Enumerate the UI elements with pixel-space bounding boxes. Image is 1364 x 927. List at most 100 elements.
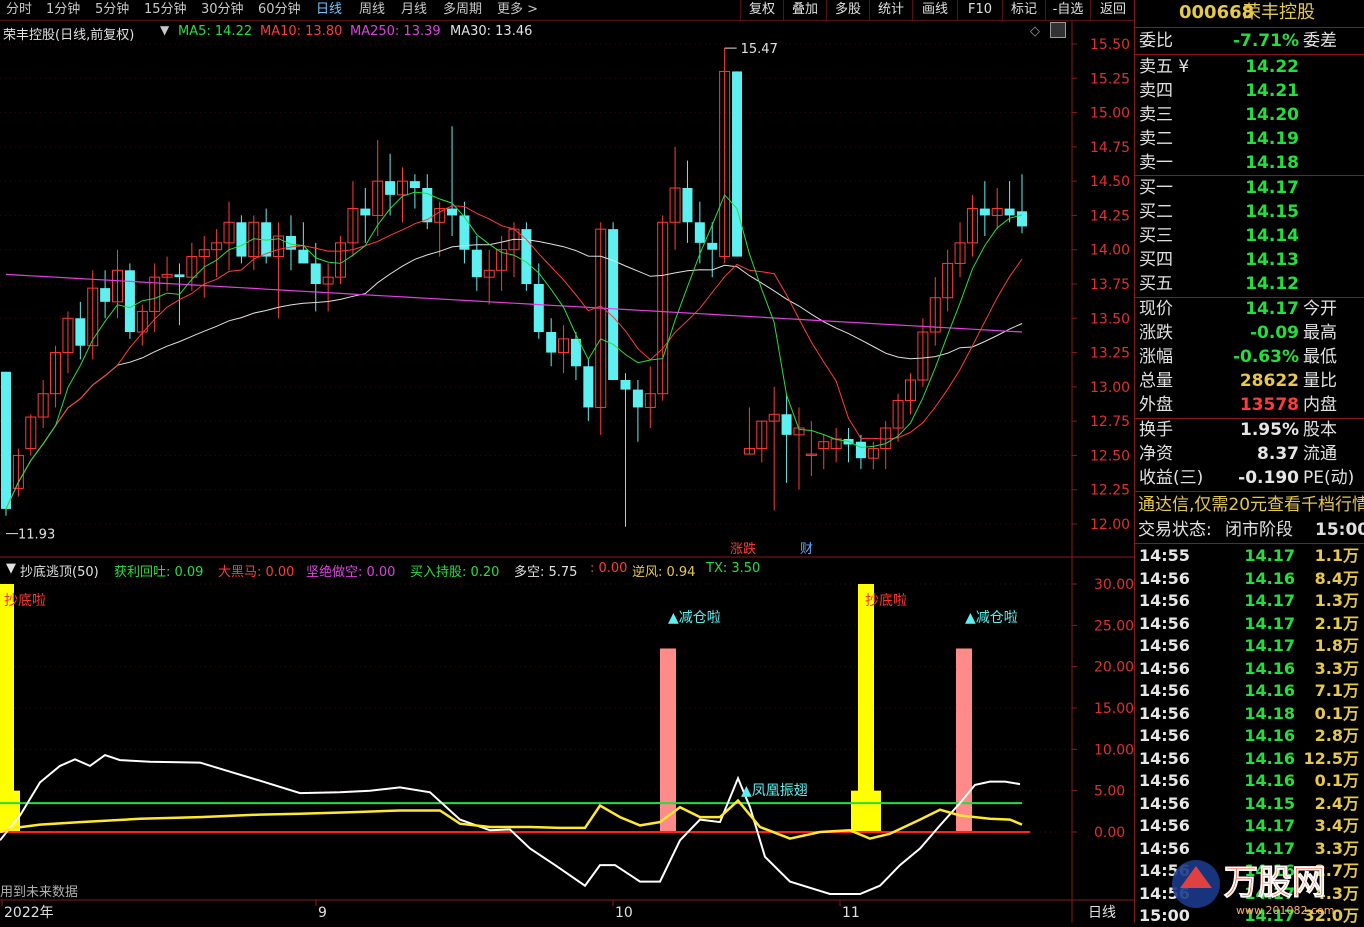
period-tab-monthly[interactable]: 月线 (401, 1, 427, 19)
candle-body (570, 338, 581, 367)
stat2-row: 换手 1.95% 股本 (1135, 419, 1364, 442)
ask-row: 卖五 ¥ 14.22 (1135, 56, 1364, 79)
ind-tick-label: 0.00 (1094, 825, 1125, 841)
x-tick-label: 9 (318, 905, 327, 921)
indicator-label-short: 坚绝做空: 0.00 (306, 565, 396, 580)
tick-volume: 8.4万 (1314, 568, 1359, 588)
indicator-expand-icon[interactable]: ▼ (6, 561, 16, 576)
period-tab-5min[interactable]: 5分钟 (95, 1, 129, 19)
stat2-row-label2: 股本 (1303, 420, 1337, 440)
bid-row-label: 买三 (1139, 226, 1173, 246)
ma250-line (5, 273, 1023, 333)
bottom-signal-base (851, 790, 881, 832)
period-tab-multi[interactable]: 多周期 (443, 1, 482, 19)
bid-row-label: 买一 (1139, 178, 1173, 198)
ask-row-label: 卖一 (1139, 153, 1173, 173)
stat2-row-value: 1.95% (1240, 420, 1299, 440)
candle-body (100, 288, 111, 302)
adjust-button[interactable]: 复权 (740, 0, 783, 20)
quote-panel: 000668 荣丰控股 委比 -7.71% 委差 卖五 ¥ 14.22 卖四 14.2… (1134, 0, 1364, 925)
future-data-note: 用到未来数据 (0, 885, 79, 900)
candle-body (471, 249, 482, 278)
stats-button[interactable]: 统计 (869, 0, 912, 20)
ask-row: 卖一 14.18 (1135, 152, 1364, 175)
tick-price: 14.16 (1244, 658, 1295, 678)
stat-row: 总量 28622 量比 (1135, 370, 1364, 393)
tick-time: 14:56 (1139, 793, 1190, 813)
period-tab-timeshare[interactable]: 分时 (6, 1, 32, 19)
event-marker-finance: 财 (800, 542, 813, 557)
watchlist-button[interactable]: -自选 (1045, 0, 1090, 20)
period-tab-60min[interactable]: 60分钟 (258, 1, 301, 19)
candle-body (533, 284, 544, 332)
diamond-icon[interactable]: ◇ (1030, 24, 1040, 39)
f10-button[interactable]: F10 (957, 0, 1002, 20)
period-tab-1min[interactable]: 1分钟 (46, 1, 80, 19)
stat2-row: 收益(三) -0.190 PE(动) (1135, 467, 1364, 490)
ask-row: 卖四 14.21 (1135, 80, 1364, 103)
candle-body (707, 242, 718, 250)
candle-body (732, 71, 743, 257)
ask-row: 卖二 14.19 (1135, 128, 1364, 151)
bid-row-value: 14.13 (1245, 250, 1299, 270)
tick-volume: 3.4万 (1314, 816, 1359, 835)
ind-tick-label: 15.00 (1094, 701, 1134, 717)
stat-row: 涨跌 -0.09 最高 (1135, 322, 1364, 345)
period-tab-weekly[interactable]: 周线 (359, 1, 385, 19)
stat2-row-label2: 流通 (1303, 444, 1337, 464)
tick-row: 14:56 14.17 2.1万 (1135, 613, 1364, 635)
kline-chart[interactable]: 15.50 15.25 15.00 14.75 14.50 14.25 14.00 13.75… (0, 21, 1134, 923)
multi-stock-button[interactable]: 多股 (826, 0, 869, 20)
ad-banner[interactable]: 通达信,仅需20元查看千档行情 (1135, 494, 1364, 517)
bottom-signal-label: 抄底啦 (4, 592, 46, 609)
tick-volume: 2.8万 (1314, 726, 1359, 745)
stat-row: 现价 14.17 今开 (1135, 298, 1364, 321)
back-button[interactable]: 返回 (1090, 0, 1135, 20)
tick-row: 14:56 14.18 0.1万 (1135, 703, 1364, 725)
ind-tick-label: 5.00 (1094, 784, 1125, 800)
period-tab-more[interactable]: 更多 > (497, 1, 538, 19)
stat2-row-label: 换手 (1139, 420, 1173, 440)
tick-volume: 0.1万 (1314, 771, 1359, 790)
mark-button[interactable]: 标记 (1002, 0, 1045, 20)
period-tab-daily[interactable]: 日线 (316, 1, 342, 19)
stock-name: 荣丰控股 (1243, 2, 1315, 23)
stat-row-label: 外盘 (1139, 395, 1173, 415)
x-tick-label: 2022年 (4, 905, 54, 921)
ma250-label: MA250: 13.39 (350, 24, 441, 39)
candle-body (124, 270, 135, 332)
tick-time: 14:56 (1139, 748, 1190, 768)
period-tab-15min[interactable]: 15分钟 (144, 1, 187, 19)
ask-row-value: 14.18 (1245, 153, 1299, 173)
tick-row: 14:55 14.17 1.1万 (1135, 545, 1364, 567)
main-chart-title: 荣丰控股(日线,前复权) (3, 28, 135, 43)
draw-line-button[interactable]: 画线 (912, 0, 957, 20)
tick-time: 14:56 (1139, 681, 1190, 700)
tick-price: 14.15 (1244, 793, 1295, 813)
candle-body (682, 188, 693, 223)
tick-price: 14.16 (1244, 681, 1295, 700)
stat-row-label2: 今开 (1303, 299, 1337, 319)
price-tick-label: 13.00 (1090, 380, 1130, 396)
chevron-down-icon[interactable]: ▼ (160, 23, 169, 37)
candle-body (632, 389, 643, 408)
tick-row: 14:56 14.16 7.1万 (1135, 680, 1364, 702)
tick-time: 14:56 (1139, 771, 1190, 790)
stat-row-value: 13578 (1239, 395, 1299, 415)
tick-time: 14:55 (1139, 546, 1190, 565)
ind-tick-label: 30.00 (1094, 577, 1134, 593)
overlay-button[interactable]: 叠加 (783, 0, 826, 20)
window-toggle-icon[interactable] (1050, 22, 1066, 38)
tick-time: 14:56 (1139, 816, 1190, 835)
tick-volume: 2.1万 (1314, 613, 1359, 633)
stat-row: 涨幅 -0.63% 最低 (1135, 346, 1364, 369)
watermark-url: www.201082.com (1236, 904, 1334, 917)
tick-row: 14:56 14.16 12.5万 (1135, 748, 1364, 770)
webi-value: -7.71% (1232, 31, 1299, 51)
tick-time: 14:56 (1139, 613, 1190, 633)
indicator-label-hold: 买入持股: 0.20 (410, 565, 500, 580)
tick-price: 14.17 (1244, 613, 1295, 633)
period-tab-30min[interactable]: 30分钟 (201, 1, 244, 19)
stock-header: 000668 荣丰控股 (1135, 0, 1364, 26)
tick-volume: 2.4万 (1314, 793, 1359, 813)
